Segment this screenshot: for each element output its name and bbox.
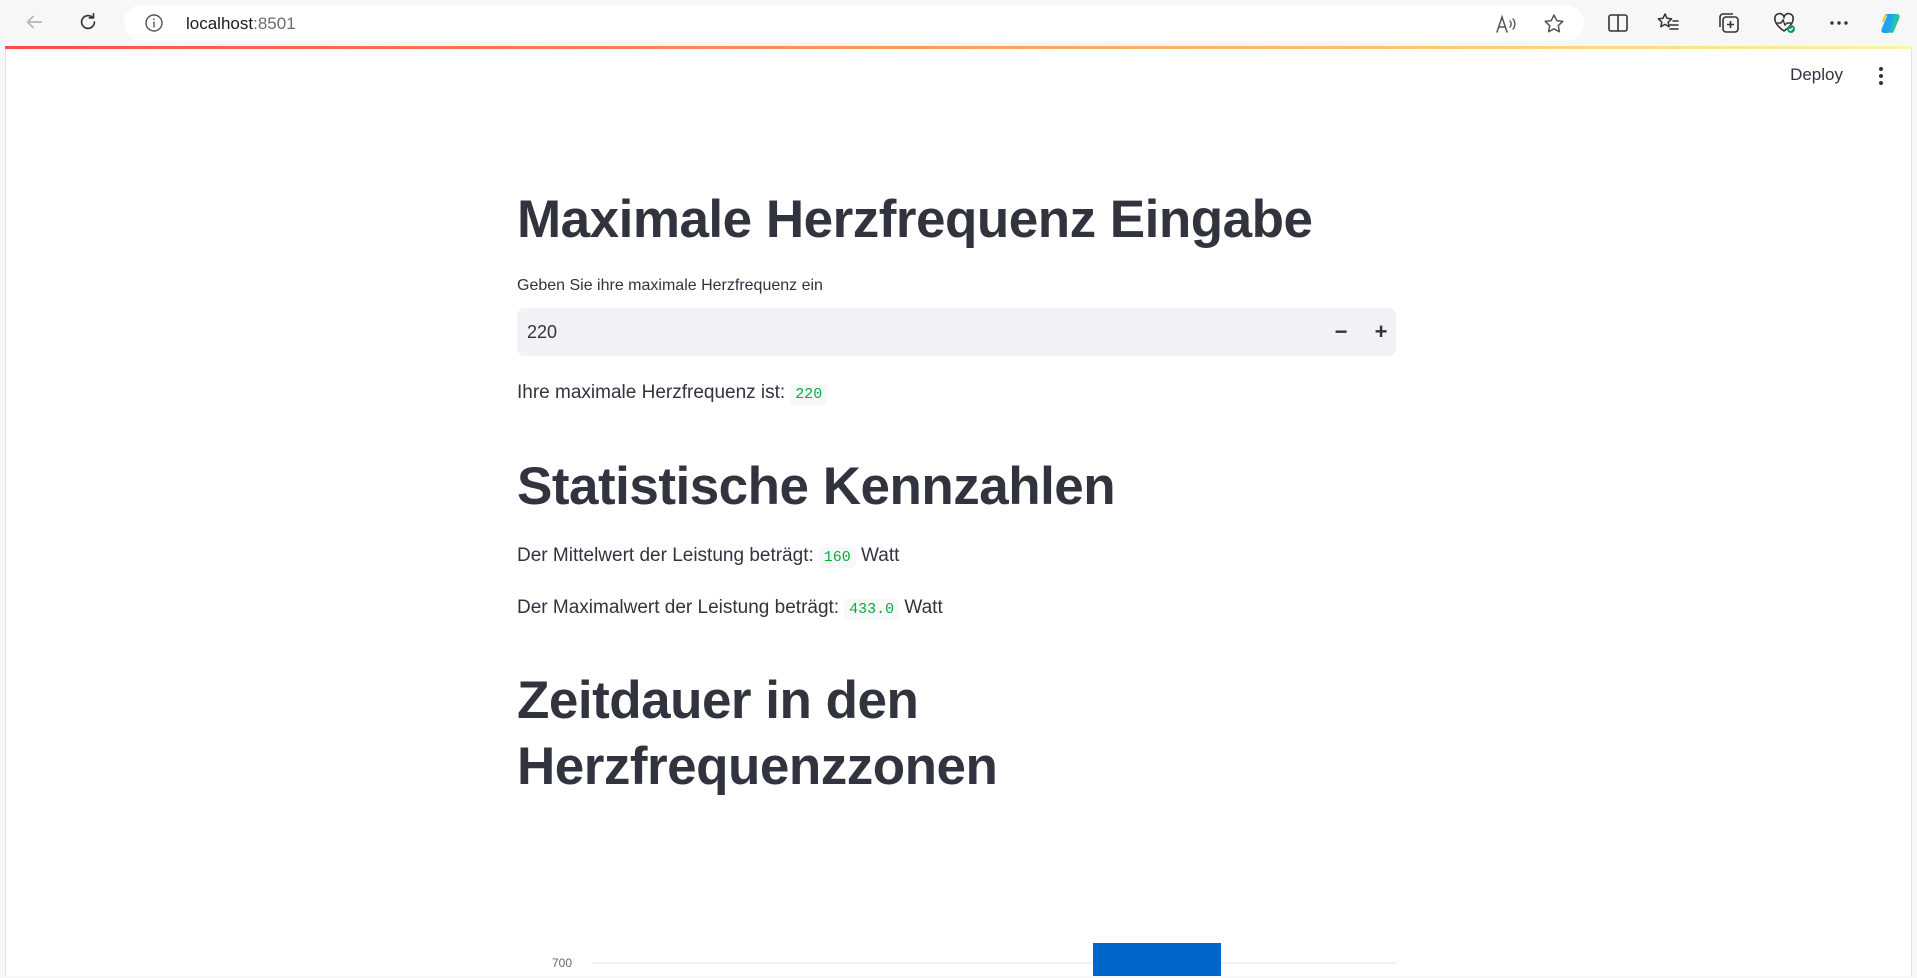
max-heart-rate-text: Ihre maximale Herzfrequenz ist: 220 xyxy=(517,382,828,405)
browser-essentials-button[interactable] xyxy=(1770,9,1798,37)
zones-heading: Zeitdauer in den Herzfrequenzzonen xyxy=(517,671,998,796)
mean-power-unit: Watt xyxy=(861,545,900,566)
heart-health-icon xyxy=(1774,12,1795,33)
max-heart-rate-value: 220 xyxy=(790,384,828,405)
arrow-left-icon xyxy=(26,15,43,29)
favorite-star-icon[interactable] xyxy=(1542,12,1566,36)
statistics-heading: Statistische Kennzahlen xyxy=(517,457,1116,516)
main-menu-icon[interactable] xyxy=(1871,65,1891,87)
heart-rate-field[interactable] xyxy=(527,308,1307,356)
copilot-button[interactable] xyxy=(1877,9,1905,37)
collections-button[interactable] xyxy=(1715,9,1743,37)
more-options-button[interactable] xyxy=(1825,9,1853,37)
page-title: Maximale Herzfrequenz Eingabe xyxy=(517,190,1313,249)
collections-icon xyxy=(1719,13,1739,33)
max-heart-rate-label: Ihre maximale Herzfrequenz ist: xyxy=(517,382,786,403)
mean-power-value: 160 xyxy=(818,547,856,568)
decrement-button[interactable]: − xyxy=(1325,316,1357,348)
chart-bar[interactable] xyxy=(1093,943,1221,976)
max-power-label: Der Maximalwert der Leistung beträgt: xyxy=(517,597,840,618)
increment-button[interactable]: + xyxy=(1365,316,1397,348)
heart-rate-number-input: − + xyxy=(517,308,1396,356)
info-icon[interactable] xyxy=(144,13,164,33)
y-tick-label: 700 xyxy=(552,956,572,970)
app-viewport: Deploy Maximale Herzfrequenz Eingabe Geb… xyxy=(5,49,1912,976)
reload-icon xyxy=(80,12,96,30)
reload-button[interactable] xyxy=(70,4,106,40)
favorites-list-icon xyxy=(1657,13,1679,30)
mean-power-label: Der Mittelwert der Leistung beträgt: xyxy=(517,545,814,566)
mean-power-text: Der Mittelwert der Leistung beträgt: 160 … xyxy=(517,545,900,568)
heart-rate-zones-chart[interactable]: 700 xyxy=(517,889,1397,976)
address-bar[interactable]: localhost:8501 xyxy=(124,5,1584,41)
max-power-text: Der Maximalwert der Leistung beträgt: 433… xyxy=(517,597,943,620)
url-host: localhost xyxy=(186,14,254,33)
ellipsis-icon xyxy=(1830,21,1848,25)
favorites-button[interactable] xyxy=(1654,9,1682,37)
heart-rate-input-label: Geben Sie ihre maximale Herzfrequenz ein xyxy=(517,277,823,294)
split-screen-button[interactable] xyxy=(1604,9,1632,37)
browser-toolbar: localhost:8501 xyxy=(0,0,1917,46)
read-aloud-icon[interactable] xyxy=(1494,13,1518,35)
max-power-unit: Watt xyxy=(904,597,943,618)
split-screen-icon xyxy=(1608,14,1628,32)
max-power-value: 433.0 xyxy=(844,599,900,620)
deploy-button[interactable]: Deploy xyxy=(1790,65,1843,85)
back-button[interactable] xyxy=(16,4,52,40)
url-port: :8501 xyxy=(253,14,296,33)
copilot-icon xyxy=(1881,13,1900,33)
url-text[interactable]: localhost:8501 xyxy=(186,14,296,34)
